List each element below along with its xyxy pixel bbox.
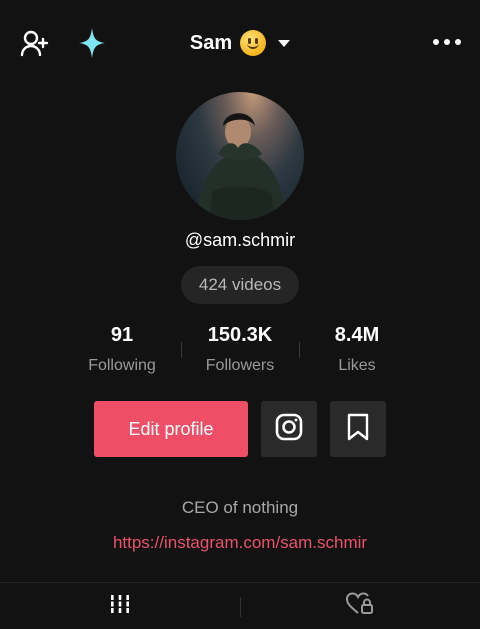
bookmark-button[interactable] (330, 401, 386, 457)
stat-following[interactable]: 91 Following (62, 324, 182, 375)
username: @sam.schmir (184, 230, 296, 250)
smile-emoji-icon (240, 30, 267, 56)
tab-liked[interactable] (240, 583, 480, 629)
instagram-icon (275, 413, 303, 446)
likes-count: 8.4M (334, 324, 380, 346)
avatar[interactable] (176, 92, 304, 220)
likes-label: Likes (338, 357, 376, 374)
instagram-button[interactable] (261, 401, 317, 457)
stat-likes[interactable]: 8.4M Likes (297, 324, 417, 375)
followers-label: Followers (205, 357, 275, 374)
page-title: Sam (189, 31, 233, 54)
profile-bio: CEO of nothing (181, 498, 299, 517)
profile-link[interactable]: https://instagram.com/sam.schmir (0, 533, 480, 553)
followers-count: 150.3K (207, 324, 273, 346)
caret-down-icon (278, 39, 291, 47)
more-icon[interactable] (432, 32, 462, 52)
videos-count-badge[interactable]: 424 videos (181, 266, 299, 304)
liked-locked-icon (345, 592, 374, 621)
account-switcher[interactable]: Sam (0, 28, 480, 58)
profile-tab-bar (0, 582, 480, 629)
stat-followers[interactable]: 150.3K Followers (180, 324, 300, 375)
tab-videos[interactable] (0, 583, 240, 629)
bookmark-icon (347, 413, 369, 446)
videos-grid-icon (109, 594, 131, 619)
following-count: 91 (110, 324, 134, 346)
profile-stats: 91 Following 150.3K Followers 8.4M Likes (0, 324, 480, 380)
following-label: Following (88, 357, 156, 374)
edit-profile-button[interactable]: Edit profile (94, 401, 248, 457)
top-bar: Sam (0, 0, 480, 86)
